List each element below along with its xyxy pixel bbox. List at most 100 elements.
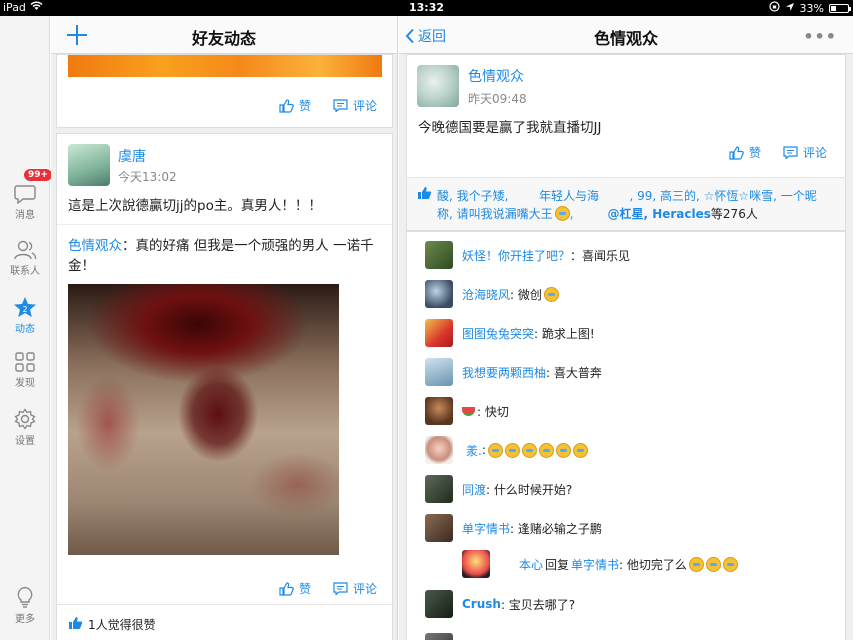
commenter-name[interactable]: 单字情书 bbox=[462, 520, 510, 537]
comment-button[interactable]: 评论 bbox=[333, 580, 377, 597]
avatar[interactable] bbox=[425, 590, 453, 618]
emoji-icon bbox=[688, 556, 704, 572]
list-item[interactable]: 本心 回复 单字情书 : 他切完了么 bbox=[462, 549, 845, 579]
sidebar-item-messages[interactable]: 99+ 消息 bbox=[0, 168, 54, 221]
avatar[interactable] bbox=[425, 436, 453, 464]
like-label: 赞 bbox=[299, 99, 312, 113]
emoji-icon bbox=[487, 442, 503, 458]
emoji-icon bbox=[543, 286, 559, 302]
sidebar-item-label: 联系人 bbox=[10, 266, 40, 277]
comment-button[interactable]: 评论 bbox=[333, 97, 377, 114]
forwarded-author[interactable]: 色情观众 bbox=[68, 238, 122, 254]
avatar[interactable] bbox=[417, 65, 459, 107]
list-item[interactable]: : 快切 bbox=[425, 396, 845, 426]
post-author[interactable]: 色情观众 bbox=[468, 66, 524, 86]
reply-word: 回复 bbox=[545, 557, 570, 572]
svg-text:2: 2 bbox=[22, 305, 27, 314]
contacts-icon bbox=[14, 240, 37, 260]
post-text: 這是上次說德贏切jj的po主。真男人！！！ bbox=[68, 198, 322, 214]
sidebar-item-label: 动态 bbox=[15, 324, 35, 335]
sidebar-item-label: 设置 bbox=[15, 436, 35, 447]
commenter-name[interactable]: 羕. bbox=[466, 442, 482, 459]
sidebar-item-settings[interactable]: 设置 bbox=[0, 408, 50, 447]
detail-panel: 返回 色情观众 ••• 色情观众 昨天09:48 今晚德国要是赢了我就直播切JJ… bbox=[399, 16, 853, 640]
likes-list: 酸, 我个子矮, 年轻人与海 , 99, 高三的, ☆怀恆☆咪雪, 一个昵 称,… bbox=[406, 177, 846, 231]
likes-count: 等276人 bbox=[710, 207, 758, 221]
sidebar-item-feed[interactable]: 2 动态 bbox=[0, 296, 50, 335]
list-item[interactable]: 图图兔兔突突 : 跪求上图! bbox=[425, 318, 845, 348]
avatar[interactable] bbox=[425, 319, 453, 347]
comments-list: 妖怪！你开挂了吧？ ：喜闻乐见 沧海晓风 : 微创 图图兔兔突突 : 跪求上图!… bbox=[406, 231, 846, 640]
thumbs-up-icon bbox=[279, 581, 294, 596]
sidebar-item-label: 消息 bbox=[15, 210, 35, 221]
post-photo[interactable] bbox=[68, 284, 339, 555]
list-item[interactable]: 羕. : bbox=[425, 435, 845, 465]
emoji-icon bbox=[538, 442, 554, 458]
unread-badge: 99+ bbox=[23, 168, 54, 182]
divider bbox=[57, 224, 392, 225]
sidebar-item-discover[interactable]: 发现 bbox=[0, 352, 50, 389]
watermelon-icon bbox=[462, 406, 475, 416]
feed-card-post: 虞唐 今天13:02 這是上次說德贏切jj的po主。真男人！！！ 色情观众：真的… bbox=[56, 133, 393, 613]
like-label: 赞 bbox=[299, 582, 312, 596]
commenter-name[interactable]: 沧海晓风 bbox=[462, 286, 510, 303]
comment-button[interactable]: 评论 bbox=[783, 144, 827, 161]
avatar[interactable] bbox=[425, 358, 453, 386]
list-item[interactable] bbox=[425, 632, 845, 640]
like-button[interactable]: 赞 bbox=[279, 97, 311, 114]
sidebar-item-contacts[interactable]: 联系人 bbox=[0, 240, 50, 277]
list-item[interactable]: 我想要两颗西柚 : 喜大普奔 bbox=[425, 357, 845, 387]
comment-text: : 微创 bbox=[510, 287, 542, 302]
rotation-lock-icon bbox=[768, 1, 780, 15]
likers-line2: 称, 请叫我说漏嘴大王 , @杠星, Heracles 等276人 bbox=[437, 205, 758, 222]
post-image[interactable] bbox=[68, 55, 382, 77]
commenter-name[interactable]: Crush bbox=[462, 597, 501, 611]
comment-icon bbox=[333, 99, 348, 112]
likers-names-tail[interactable]: @杠星, Heracles bbox=[607, 205, 710, 222]
avatar[interactable] bbox=[425, 280, 453, 308]
emoji-icon bbox=[555, 442, 571, 458]
thumbs-up-icon bbox=[279, 98, 294, 113]
forwarded-text: 色情观众：真的好痛 但我是一个顽强的男人 一诺千金！ bbox=[68, 236, 384, 276]
commenter-name[interactable]: 图图兔兔突突 bbox=[462, 325, 534, 342]
avatar[interactable] bbox=[425, 241, 453, 269]
commenter-name[interactable]: 同渡 bbox=[462, 481, 486, 498]
sidebar-item-more[interactable]: 更多 bbox=[0, 586, 50, 625]
sidebar-item-label: 发现 bbox=[15, 378, 35, 389]
commenter-name[interactable]: 本心 bbox=[519, 556, 543, 573]
avatar[interactable] bbox=[425, 633, 453, 640]
like-button[interactable]: 赞 bbox=[279, 580, 311, 597]
sidebar: 99+ 消息 联系人 2 动态 发现 设置 更多 bbox=[0, 16, 54, 640]
comment-text: : bbox=[481, 443, 486, 457]
emoji-icon bbox=[705, 556, 721, 572]
avatar[interactable] bbox=[425, 475, 453, 503]
list-item[interactable]: 单字情书 : 逢赌必输之子鹏 bbox=[425, 513, 845, 543]
list-item[interactable]: 沧海晓风 : 微创 bbox=[425, 279, 845, 309]
likers-line1[interactable]: 酸, 我个子矮, 年轻人与海 , 99, 高三的, ☆怀恆☆咪雪, 一个昵 bbox=[437, 187, 817, 204]
commenter-name[interactable]: 我想要两颗西柚 bbox=[462, 364, 546, 381]
comment-text: : 他切完了么 bbox=[619, 557, 687, 572]
comment-text: : 快切 bbox=[477, 404, 509, 419]
like-button[interactable]: 赞 bbox=[729, 144, 761, 161]
feed-card-previous: 赞 评论 bbox=[56, 54, 393, 128]
comment-text: : 宝贝去哪了? bbox=[500, 597, 576, 612]
avatar[interactable] bbox=[462, 550, 490, 578]
likes-summary[interactable]: 1人觉得很赞 bbox=[56, 604, 393, 640]
commenter-name[interactable]: 妖怪！你开挂了吧？ bbox=[462, 247, 570, 264]
list-item[interactable]: 同渡 : 什么时候开始? bbox=[425, 474, 845, 504]
location-icon bbox=[785, 2, 795, 15]
emoji-icon bbox=[521, 442, 537, 458]
status-right: 33% bbox=[768, 1, 851, 15]
emoji-icon bbox=[722, 556, 738, 572]
reply-target[interactable]: 单字情书 bbox=[571, 556, 619, 573]
avatar[interactable] bbox=[68, 144, 110, 186]
post-author[interactable]: 虞唐 bbox=[118, 146, 146, 166]
avatar[interactable] bbox=[425, 514, 453, 542]
gear-icon bbox=[14, 408, 36, 430]
list-item[interactable]: Crush : 宝贝去哪了? bbox=[425, 589, 845, 619]
avatar[interactable] bbox=[425, 397, 453, 425]
likers-names[interactable]: 称, 请叫我说漏嘴大王 bbox=[437, 205, 553, 222]
list-item[interactable]: 妖怪！你开挂了吧？ ：喜闻乐见 bbox=[425, 240, 845, 270]
thumbs-up-icon bbox=[729, 145, 744, 160]
more-options-button[interactable]: ••• bbox=[803, 27, 837, 46]
